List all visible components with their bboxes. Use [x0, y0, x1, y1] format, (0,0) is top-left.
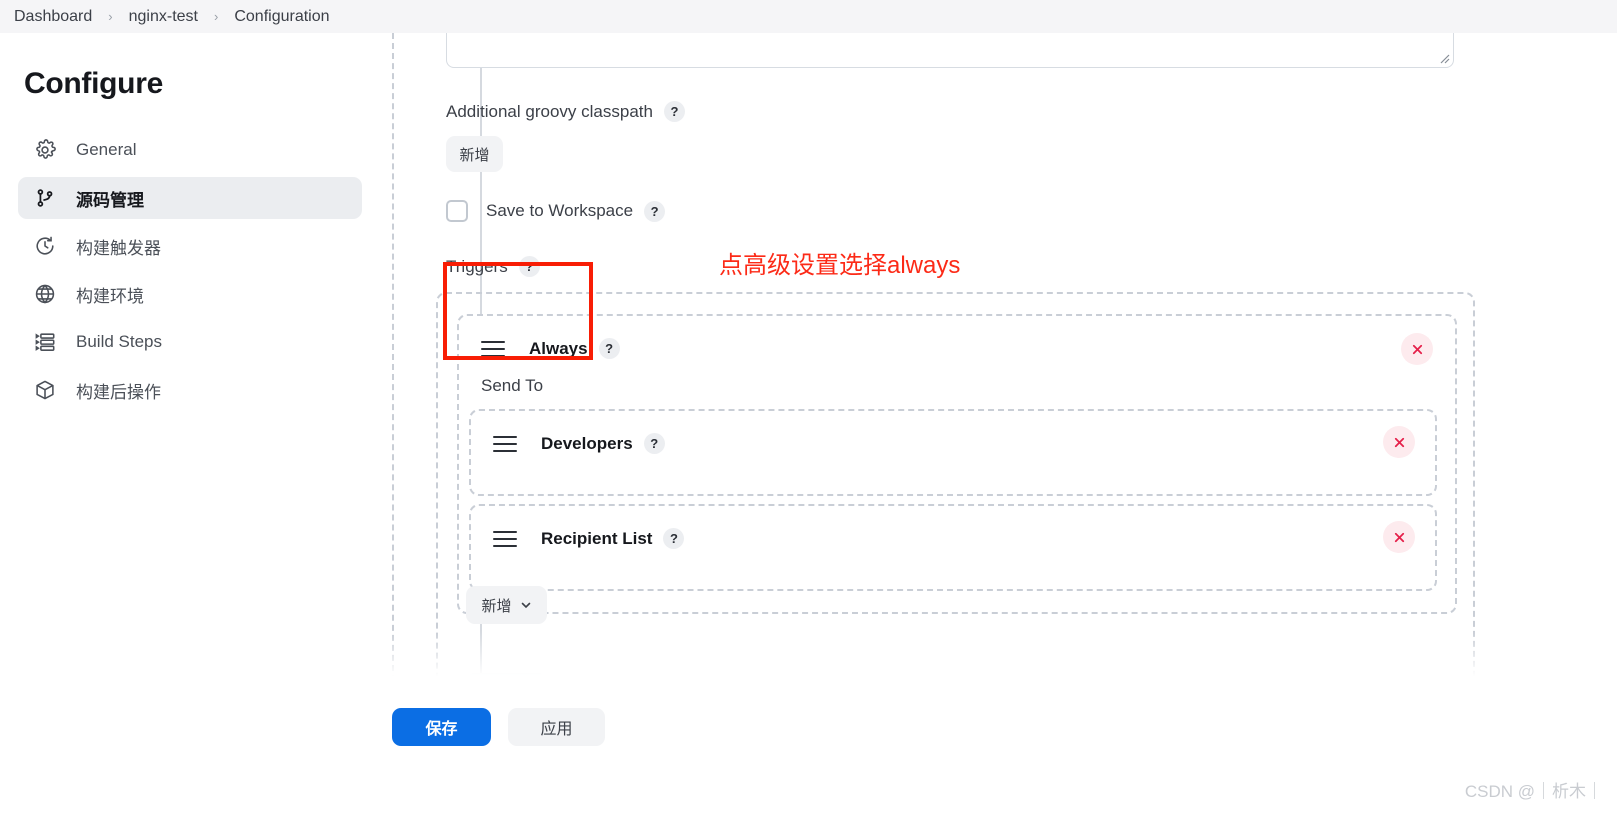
page-title: Configure — [24, 67, 163, 100]
add-send-to-button[interactable]: 新增 — [466, 586, 547, 624]
help-icon[interactable]: ? — [643, 433, 665, 454]
entry-title: Developers — [541, 433, 633, 453]
entry-title: Recipient List — [541, 528, 653, 548]
sidebar-item-label: General — [76, 140, 137, 159]
chevron-down-icon — [521, 602, 530, 609]
add-trigger-button-partial[interactable] — [466, 673, 547, 691]
sidebar-item-post-build-actions[interactable]: 构建后操作 — [18, 369, 362, 411]
send-to-entry-developers[interactable]: Developers ? — [469, 409, 1437, 496]
drag-handle-icon[interactable] — [493, 530, 517, 547]
groovy-classpath-label: Additional groovy classpath ? — [446, 101, 685, 122]
help-icon[interactable]: ? — [663, 528, 685, 549]
configuration-form-panel: Additional groovy classpath ? 新增 Save to… — [380, 33, 1617, 691]
entry-title: Always — [529, 338, 588, 358]
entry-header: Recipient List ? — [493, 528, 685, 549]
help-icon[interactable]: ? — [598, 338, 620, 359]
save-to-workspace-row: Save to Workspace ? — [446, 200, 666, 222]
close-icon — [1394, 532, 1404, 542]
delete-recipient-button[interactable] — [1383, 521, 1415, 553]
sidebar-item-build-environment[interactable]: 构建环境 — [18, 273, 362, 315]
sidebar-item-label: Build Steps — [76, 332, 162, 351]
save-button[interactable]: 保存 — [392, 708, 491, 746]
sidebar-item-source-control[interactable]: 源码管理 — [18, 177, 362, 219]
drag-handle-icon[interactable] — [481, 340, 505, 357]
script-textarea[interactable] — [446, 33, 1454, 68]
help-icon[interactable]: ? — [663, 101, 685, 122]
breadcrumb-item-configuration[interactable]: Configuration — [232, 8, 331, 26]
sidebar-item-label: 构建后操作 — [76, 382, 161, 402]
entry-header: Developers ? — [493, 433, 665, 454]
sidebar-item-label: 构建触发器 — [76, 238, 161, 258]
close-icon — [1412, 344, 1422, 354]
sidebar-item-label: 构建环境 — [76, 286, 144, 306]
sidebar-item-build-triggers[interactable]: 构建触发器 — [18, 225, 362, 267]
apply-button[interactable]: 应用 — [508, 708, 605, 746]
send-to-entry-recipient-list[interactable]: Recipient List ? — [469, 504, 1437, 591]
add-groovy-classpath-button[interactable]: 新增 — [446, 136, 503, 172]
list-icon — [32, 329, 58, 355]
close-icon — [1394, 437, 1404, 447]
breadcrumb: Dashboard › nginx-test › Configuration — [0, 0, 1617, 33]
package-icon — [32, 377, 58, 403]
help-icon[interactable]: ? — [518, 256, 540, 277]
trigger-entry-always[interactable]: Always ? Send To Developers ? Recipient … — [457, 314, 1457, 614]
sidebar-item-label: 源码管理 — [76, 190, 144, 210]
breadcrumb-separator: › — [214, 9, 219, 24]
save-to-workspace-checkbox[interactable] — [446, 200, 468, 222]
annotation-text: 点高级设置选择always — [719, 252, 961, 279]
gear-icon — [32, 137, 58, 163]
form-footer: 保存 应用 CSDN @｜析木｜ — [0, 691, 1617, 829]
save-to-workspace-label: Save to Workspace — [486, 201, 634, 220]
breadcrumb-item-dashboard[interactable]: Dashboard — [12, 8, 94, 26]
delete-trigger-button[interactable] — [1401, 333, 1433, 365]
clock-icon — [32, 233, 58, 259]
triggers-label: Triggers ? — [446, 256, 540, 277]
entry-header: Always ? — [481, 338, 620, 359]
source-control-icon — [32, 185, 58, 211]
sidebar-item-general[interactable]: General — [18, 129, 362, 171]
resize-grip-icon[interactable] — [1438, 52, 1450, 64]
breadcrumb-item-nginx-test[interactable]: nginx-test — [127, 8, 200, 26]
send-to-label: Send To — [481, 376, 544, 395]
form-guide-line-outer — [392, 33, 394, 691]
globe-icon — [32, 281, 58, 307]
breadcrumb-separator: › — [108, 9, 113, 24]
drag-handle-icon[interactable] — [493, 435, 517, 452]
sidebar-item-build-steps[interactable]: Build Steps — [18, 321, 362, 363]
delete-recipient-button[interactable] — [1383, 426, 1415, 458]
help-icon[interactable]: ? — [644, 200, 666, 222]
watermark: CSDN @｜析木｜ — [1464, 782, 1603, 801]
